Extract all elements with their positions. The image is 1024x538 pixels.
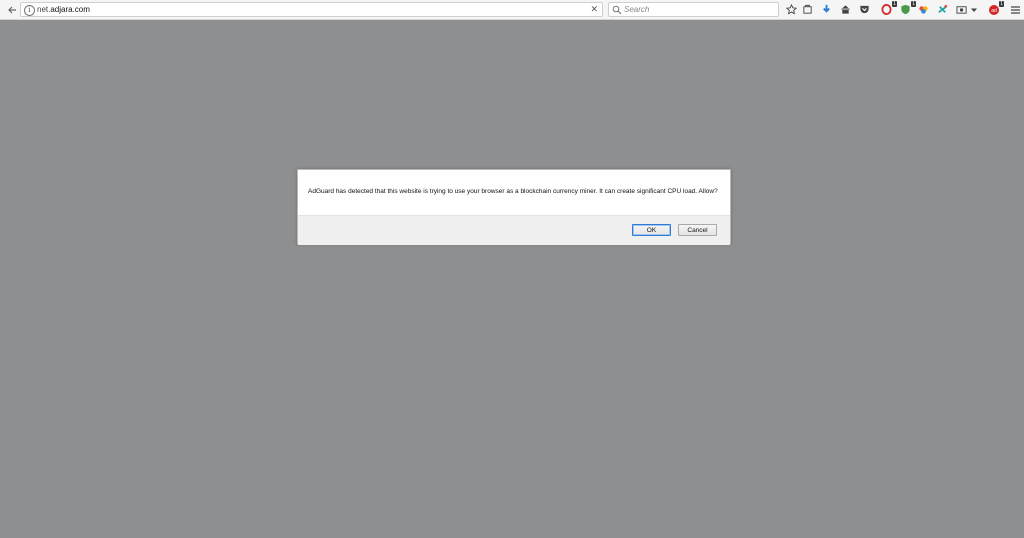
home-icon[interactable] (839, 3, 852, 16)
menu-hamburger-icon[interactable] (1009, 3, 1022, 16)
bookmark-star-icon[interactable] (785, 3, 798, 16)
search-input[interactable] (624, 4, 774, 15)
address-bar[interactable]: i net.adjara.com ✕ (20, 2, 603, 17)
adguard-extension-badge: 1 (999, 1, 1004, 7)
clear-url-icon[interactable]: ✕ (590, 3, 598, 16)
bookmarks-library-icon[interactable] (801, 3, 814, 16)
colorful-extension-icon[interactable] (917, 3, 930, 16)
adguard-extension-icon[interactable]: ad 1 (987, 1, 1004, 16)
url-domain: adjara.com (50, 5, 90, 14)
svg-text:ad: ad (991, 8, 997, 14)
back-button[interactable] (4, 2, 19, 17)
search-bar[interactable] (608, 2, 779, 17)
search-icon (612, 5, 622, 15)
url-host-prefix: net. (37, 5, 51, 14)
shield-extension-badge: 1 (911, 1, 916, 7)
info-icon[interactable]: i (24, 5, 35, 16)
miner-alert-dialog: AdGuard has detected that this website i… (297, 169, 731, 245)
screenshot-dropdown-icon[interactable] (970, 3, 978, 16)
downloads-icon[interactable] (820, 3, 833, 16)
url-text[interactable]: net.adjara.com (37, 4, 90, 15)
shield-extension-icon[interactable]: 1 (899, 1, 916, 16)
screenshot-icon[interactable] (955, 3, 968, 16)
opera-extension-badge: 1 (892, 1, 897, 7)
dialog-button-bar: OK Cancel (298, 215, 730, 245)
browser-toolbar: i net.adjara.com ✕ 1 1 (0, 0, 1024, 20)
cancel-button[interactable]: Cancel (678, 224, 717, 236)
back-arrow-icon (7, 6, 16, 13)
sync-extension-icon[interactable] (936, 3, 949, 16)
ok-button[interactable]: OK (632, 224, 671, 236)
pocket-icon[interactable] (858, 3, 871, 16)
opera-extension-icon[interactable]: 1 (880, 1, 897, 16)
dialog-message: AdGuard has detected that this website i… (308, 188, 718, 195)
